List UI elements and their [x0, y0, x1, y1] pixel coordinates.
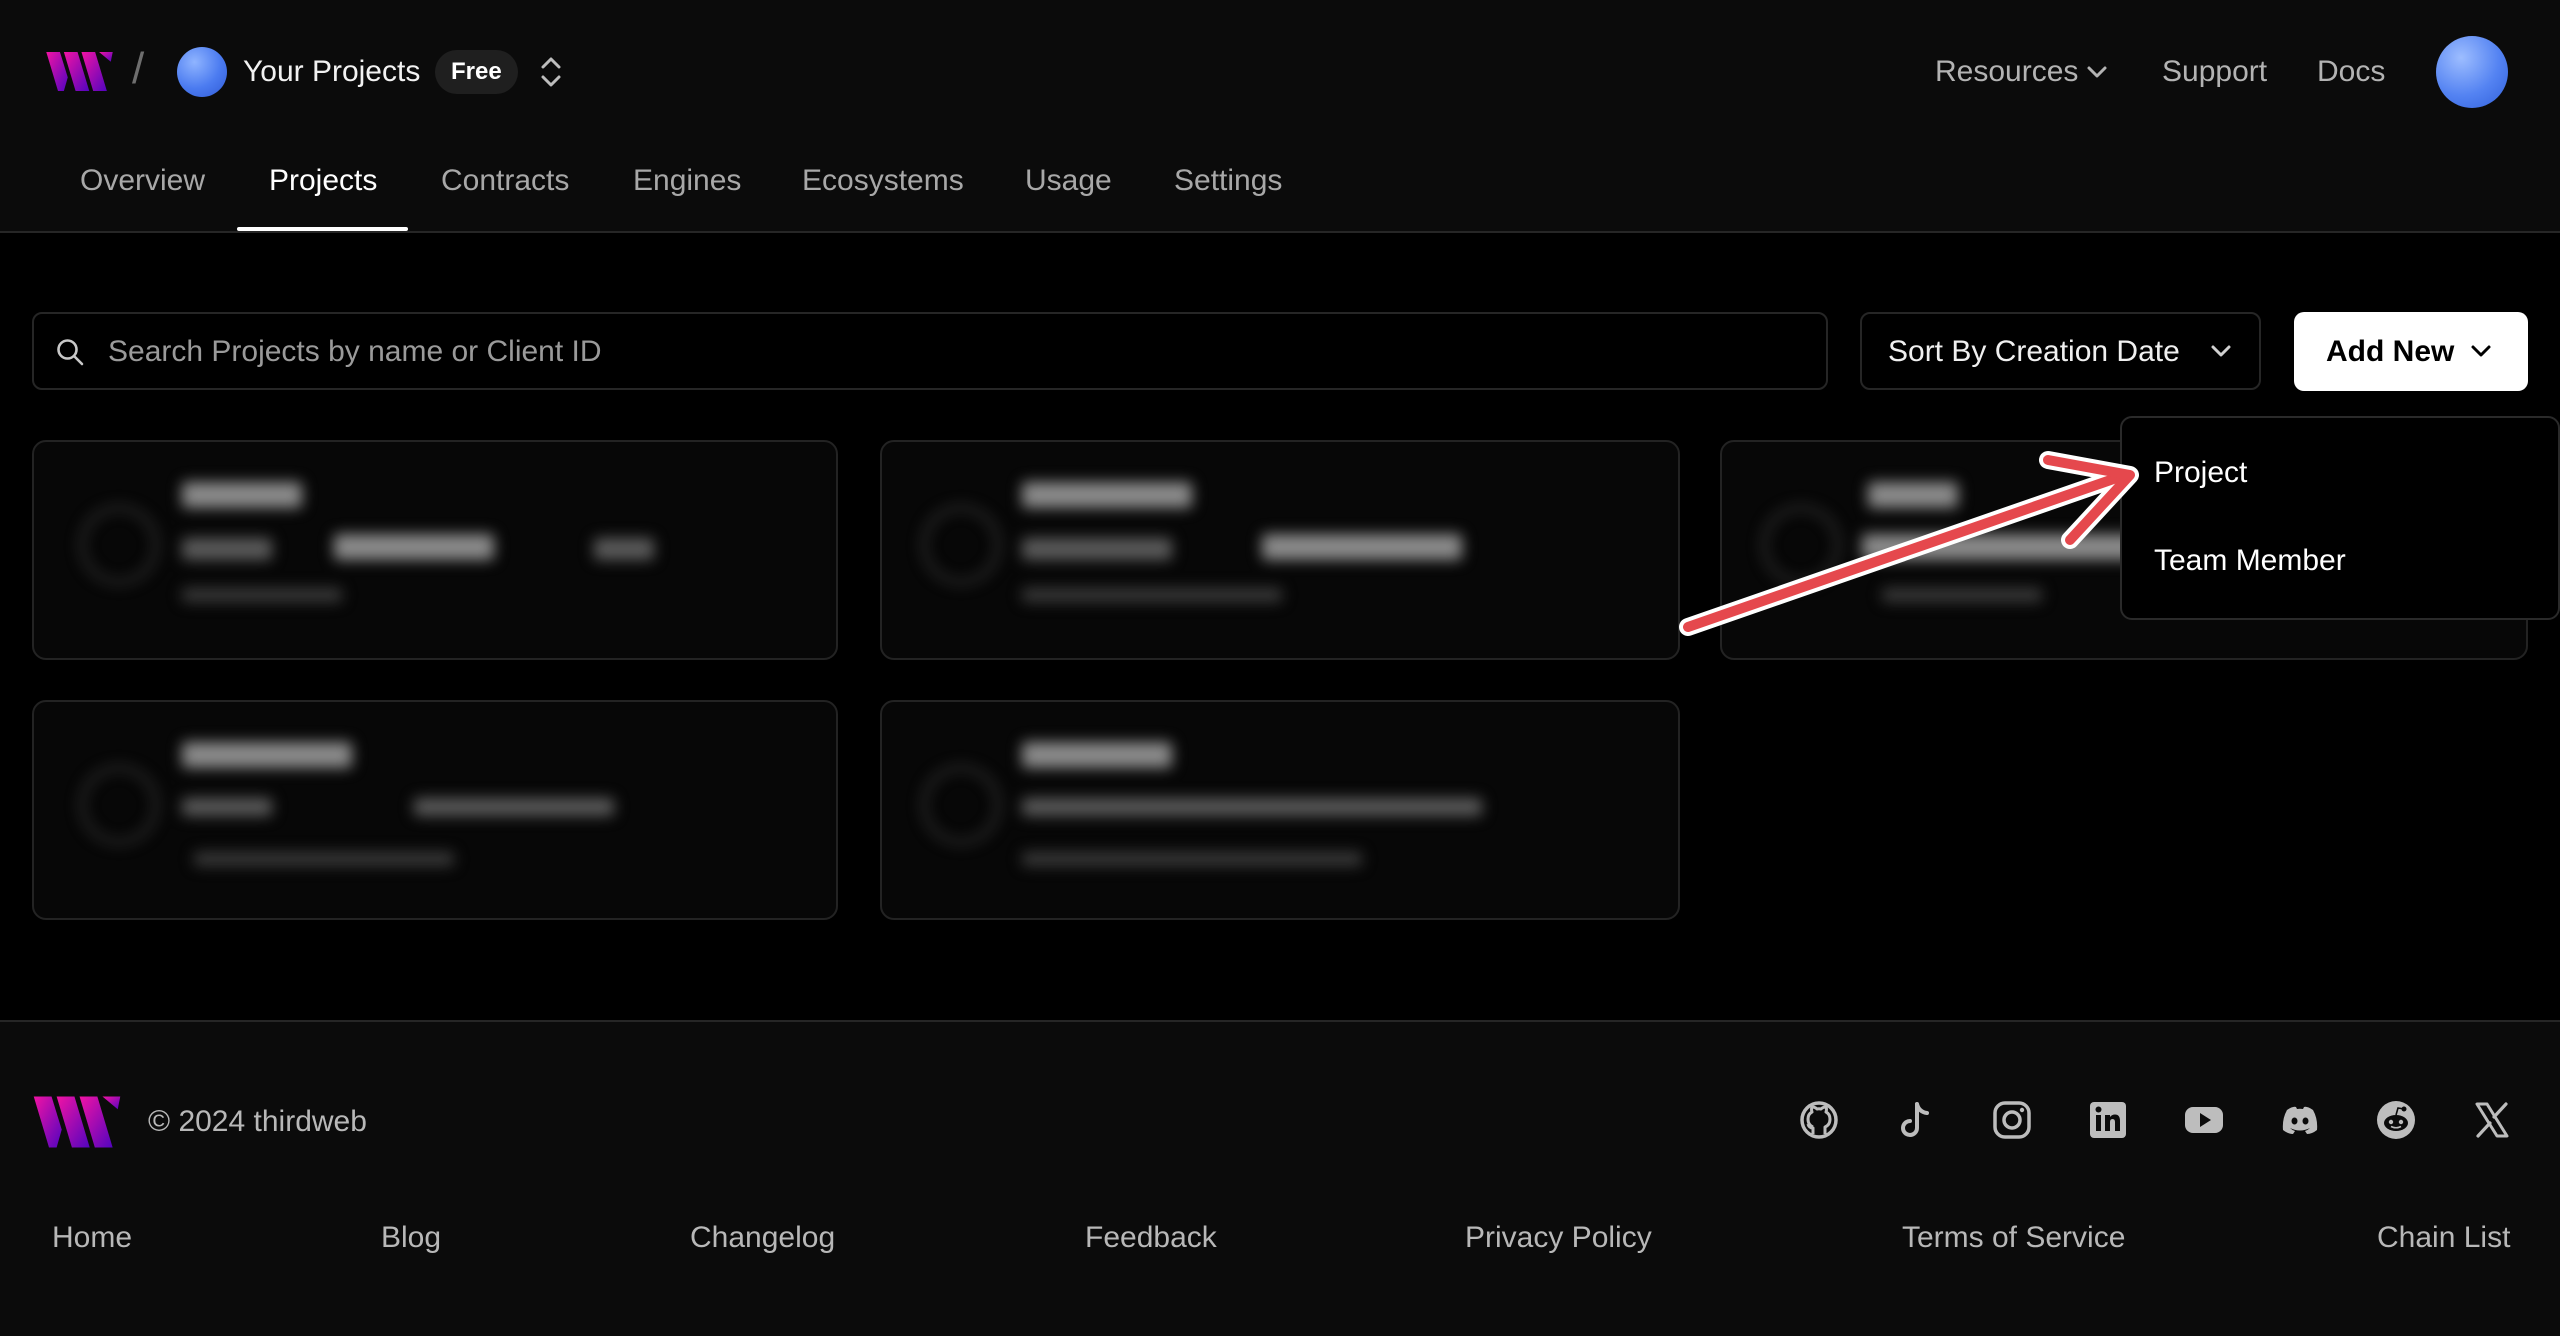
footer-link-chain-list[interactable]: Chain List — [2377, 1220, 2510, 1256]
project-card[interactable] — [32, 700, 838, 920]
thirdweb-logo-icon[interactable] — [32, 1094, 122, 1150]
github-icon[interactable] — [1797, 1098, 1841, 1142]
tab-ecosystems[interactable]: Ecosystems — [802, 163, 964, 199]
x-icon[interactable] — [2470, 1098, 2514, 1142]
footer — [0, 1020, 2560, 1336]
project-card[interactable] — [880, 700, 1680, 920]
active-tab-indicator — [237, 227, 408, 231]
linkedin-icon[interactable] — [2086, 1098, 2130, 1142]
project-avatar[interactable] — [177, 47, 227, 97]
menu-item-team-member[interactable]: Team Member — [2154, 543, 2346, 579]
project-switcher-name[interactable]: Your Projects — [243, 54, 420, 90]
nav-support[interactable]: Support — [2162, 54, 2267, 90]
project-card[interactable] — [32, 440, 838, 660]
annotation-arrow-icon — [1679, 451, 2139, 636]
youtube-icon[interactable] — [2182, 1098, 2226, 1142]
copyright-text: © 2024 thirdweb — [148, 1105, 367, 1138]
sort-dropdown-label: Sort By Creation Date — [1888, 335, 2180, 368]
footer-link-blog[interactable]: Blog — [381, 1220, 441, 1256]
search-icon — [57, 339, 84, 366]
thirdweb-logo-icon[interactable] — [46, 50, 113, 93]
chevron-down-icon — [2471, 345, 2491, 357]
user-avatar[interactable] — [2436, 36, 2508, 108]
add-new-menu — [2120, 416, 2560, 620]
project-card[interactable] — [880, 440, 1680, 660]
footer-link-terms-of-service[interactable]: Terms of Service — [1902, 1220, 2125, 1256]
chevron-up-down-icon[interactable] — [536, 52, 566, 92]
footer-link-changelog[interactable]: Changelog — [690, 1220, 835, 1256]
discord-icon[interactable] — [2278, 1098, 2322, 1142]
chevron-down-icon — [2211, 345, 2231, 357]
footer-link-feedback[interactable]: Feedback — [1085, 1220, 1217, 1256]
nav-resources[interactable]: Resources — [1935, 54, 2078, 90]
tab-overview[interactable]: Overview — [80, 163, 205, 199]
tab-settings[interactable]: Settings — [1174, 163, 1282, 199]
breadcrumb-separator: / — [132, 44, 145, 93]
instagram-icon[interactable] — [1990, 1098, 2034, 1142]
nav-docs[interactable]: Docs — [2317, 54, 2385, 90]
tab-projects[interactable]: Projects — [269, 163, 377, 199]
tab-contracts[interactable]: Contracts — [441, 163, 569, 199]
search-input[interactable] — [106, 326, 1790, 378]
menu-item-project[interactable]: Project — [2154, 455, 2247, 491]
reddit-icon[interactable] — [2374, 1098, 2418, 1142]
plan-badge: Free — [435, 50, 518, 94]
chevron-down-icon[interactable] — [2086, 64, 2108, 80]
tab-engines[interactable]: Engines — [633, 163, 741, 199]
add-new-label: Add New — [2326, 335, 2455, 368]
tab-usage[interactable]: Usage — [1025, 163, 1112, 199]
tiktok-icon[interactable] — [1893, 1098, 1937, 1142]
footer-link-privacy-policy[interactable]: Privacy Policy — [1465, 1220, 1652, 1256]
footer-link-home[interactable]: Home — [52, 1220, 132, 1256]
